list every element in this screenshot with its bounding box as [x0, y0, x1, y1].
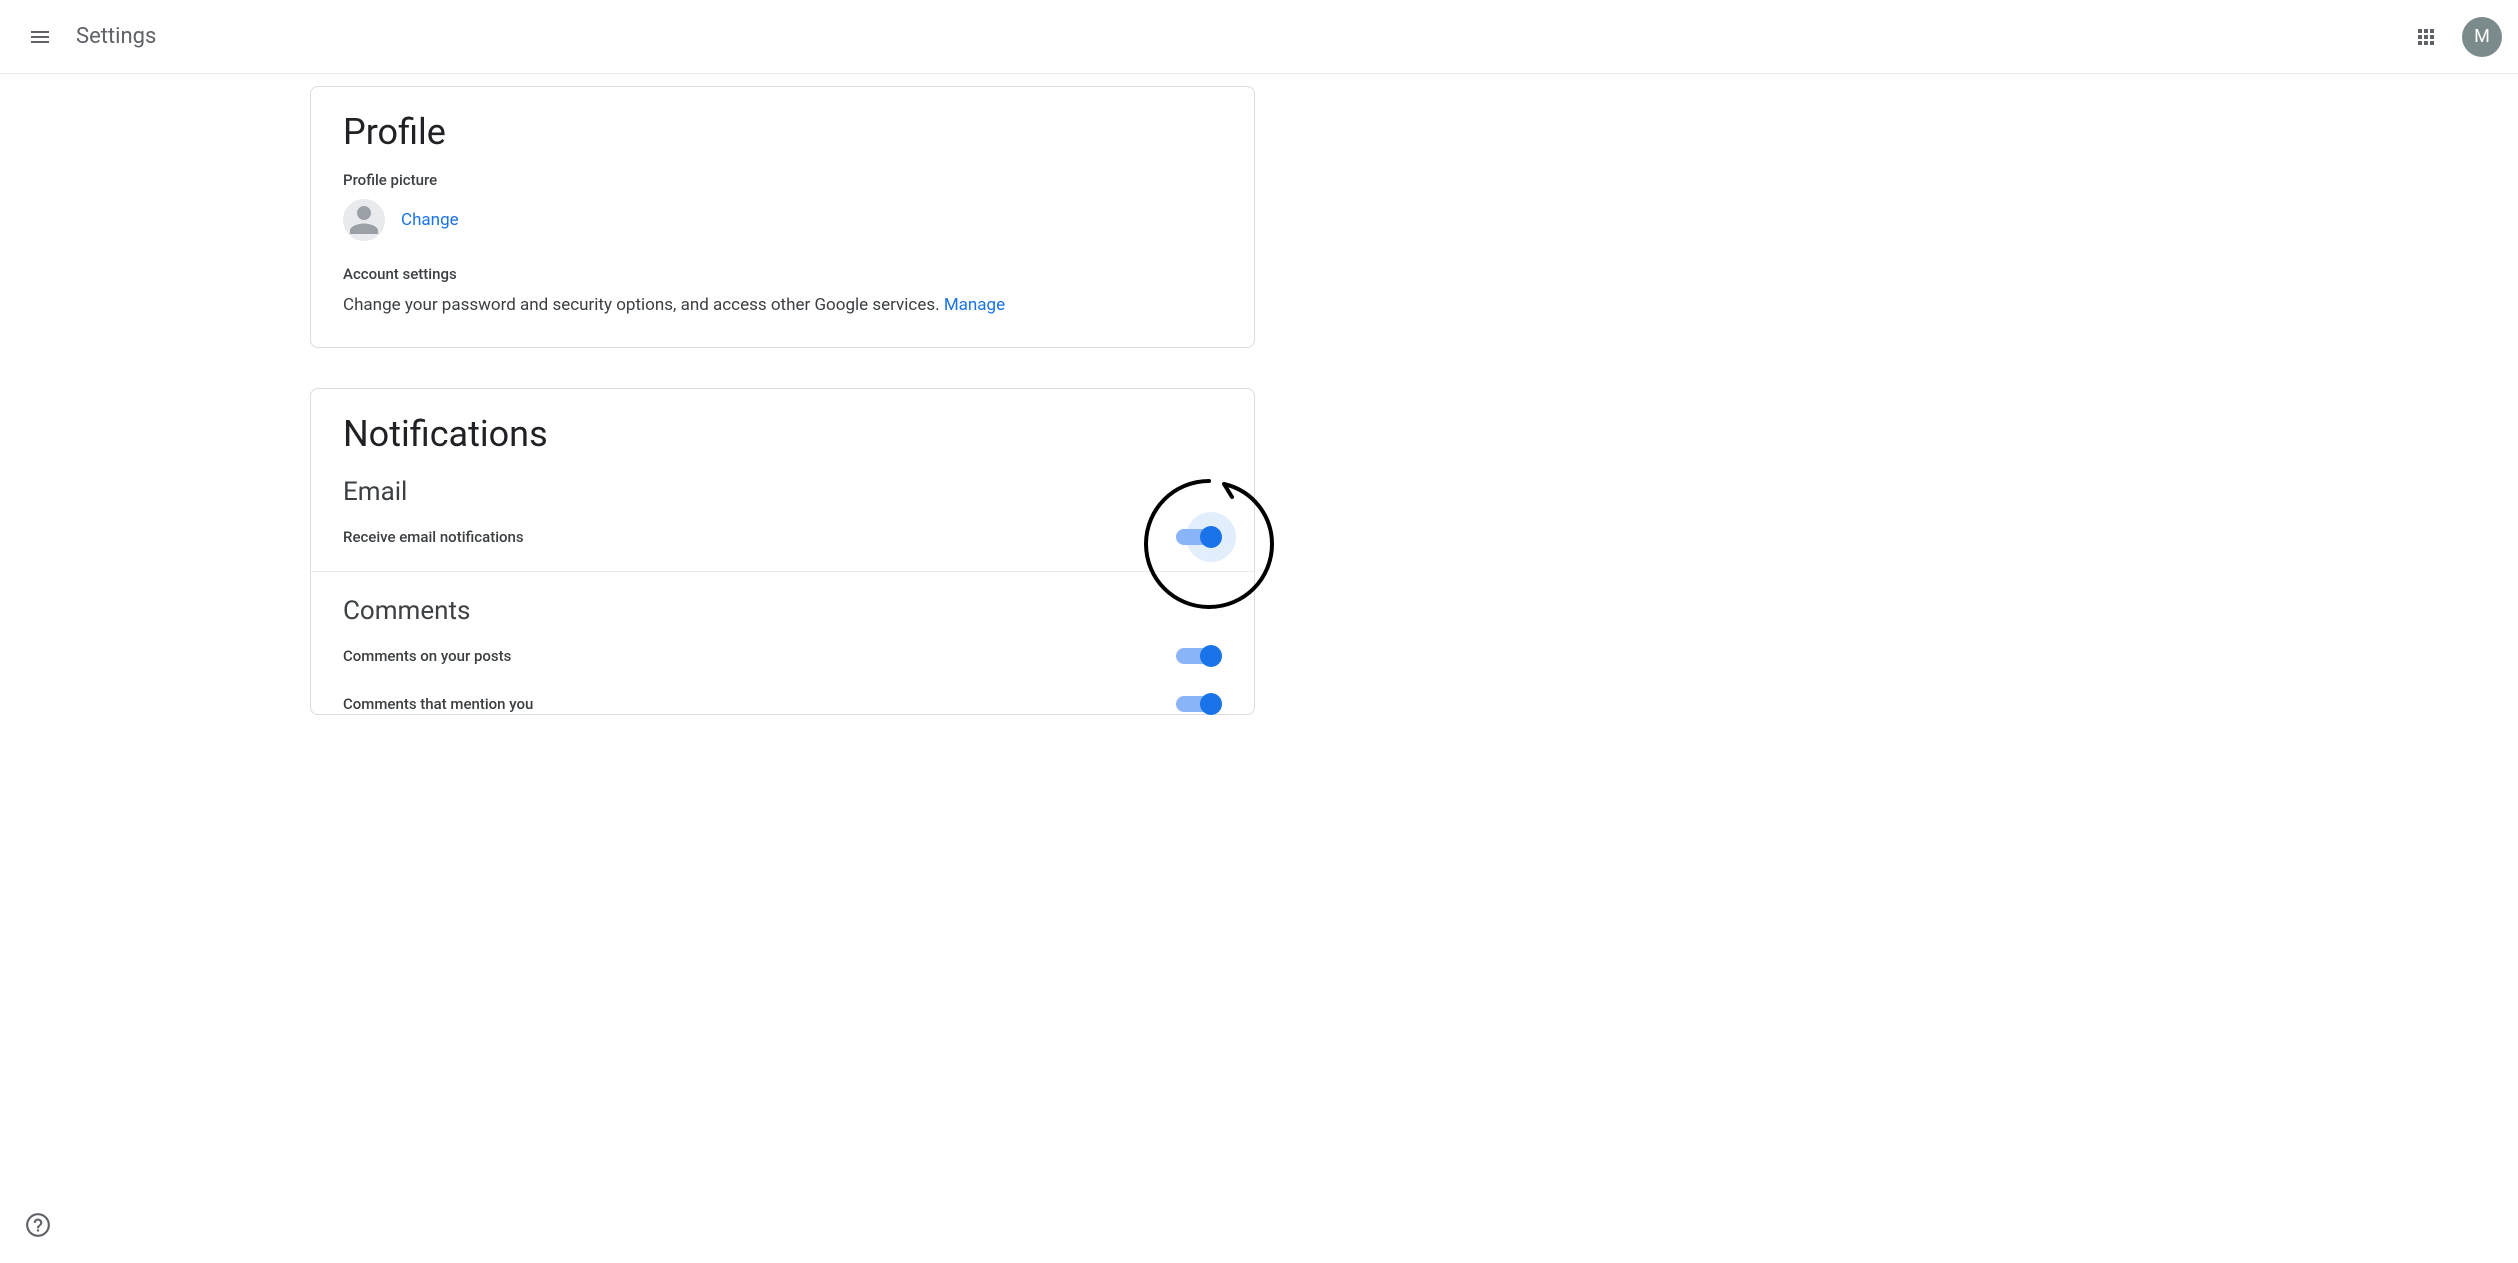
- account-settings-label: Account settings: [343, 265, 1222, 283]
- page-title: Settings: [76, 24, 156, 49]
- account-desc-text: Change your password and security option…: [343, 295, 944, 315]
- main-content: Profile Profile picture Change Account s…: [0, 74, 2518, 755]
- profile-title: Profile: [343, 111, 1222, 153]
- manage-account-link[interactable]: Manage: [944, 295, 1005, 315]
- comments-on-posts-row: Comments on your posts: [343, 646, 1222, 666]
- receive-email-toggle[interactable]: [1176, 527, 1222, 547]
- profile-card: Profile Profile picture Change Account s…: [310, 86, 1255, 348]
- comments-notifications-section: Comments Comments on your posts Comments…: [311, 572, 1254, 714]
- comments-on-posts-toggle[interactable]: [1176, 646, 1222, 666]
- account-settings-description: Change your password and security option…: [343, 293, 1222, 319]
- help-icon[interactable]: [18, 1205, 58, 1245]
- comments-section-title: Comments: [343, 596, 1222, 626]
- settings-content: Profile Profile picture Change Account s…: [310, 86, 1255, 755]
- comments-mention-toggle[interactable]: [1176, 694, 1222, 714]
- apps-grid-icon[interactable]: [2402, 13, 2450, 61]
- change-picture-link[interactable]: Change: [401, 210, 459, 230]
- comments-mention-label: Comments that mention you: [343, 695, 533, 713]
- app-header: Settings M: [0, 0, 2518, 74]
- comments-mention-row: Comments that mention you: [343, 694, 1222, 714]
- profile-picture-row: Change: [343, 199, 1222, 241]
- account-avatar[interactable]: M: [2462, 17, 2502, 57]
- profile-picture-label: Profile picture: [343, 171, 1222, 189]
- hamburger-menu-icon[interactable]: [16, 13, 64, 61]
- profile-picture-placeholder-icon: [343, 199, 385, 241]
- notifications-title: Notifications: [343, 413, 1222, 455]
- avatar-initial: M: [2474, 26, 2490, 47]
- comments-on-posts-label: Comments on your posts: [343, 647, 511, 665]
- header-left: Settings: [16, 13, 156, 61]
- header-right: M: [2402, 13, 2502, 61]
- email-section-title: Email: [343, 477, 1222, 507]
- receive-email-label: Receive email notifications: [343, 528, 524, 546]
- notifications-card: Notifications Email Receive email notifi…: [310, 388, 1255, 715]
- email-notifications-section: Email Receive email notifications: [311, 473, 1254, 571]
- receive-email-row: Receive email notifications: [343, 527, 1222, 547]
